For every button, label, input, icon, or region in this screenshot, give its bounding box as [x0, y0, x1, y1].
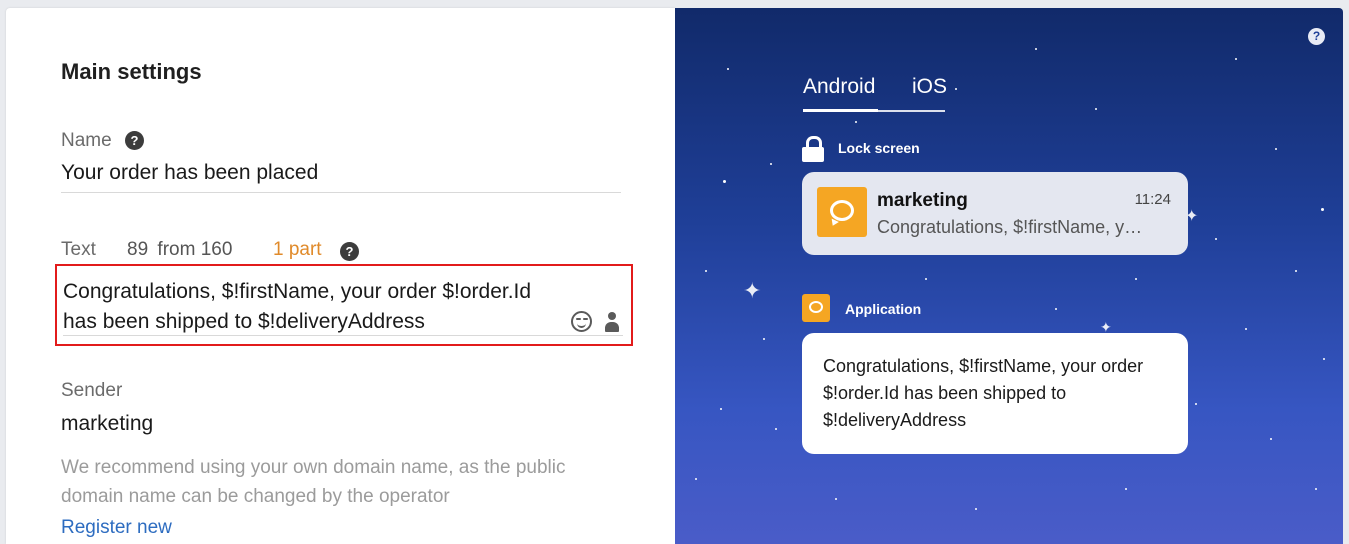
tab-active-indicator — [803, 109, 878, 112]
section-title: Main settings — [61, 59, 202, 84]
sender-hint: We recommend using your own domain name,… — [61, 457, 566, 507]
main-settings-panel: Main settings Name ? Your order has been… — [6, 8, 675, 544]
message-text[interactable]: Congratulations, $!firstName, your order… — [63, 277, 553, 337]
help-icon[interactable]: ? — [340, 242, 359, 261]
application-label: Application — [845, 301, 922, 317]
char-count-max: from 160 — [157, 239, 233, 260]
lock-screen-notification: marketing 11:24 Congratulations, $!first… — [802, 172, 1188, 255]
char-count-value: 89 — [127, 239, 149, 260]
lock-screen-label: Lock screen — [838, 140, 920, 156]
chat-bubble-icon — [802, 294, 830, 322]
name-underline — [61, 192, 621, 193]
tab-ios[interactable]: iOS — [912, 75, 947, 99]
name-label: Name ? — [61, 130, 144, 152]
chat-bubble-icon — [817, 187, 867, 237]
text-label: Text — [61, 239, 96, 260]
text-underline — [63, 335, 623, 336]
message-text-field[interactable]: Congratulations, $!firstName, your order… — [55, 264, 633, 346]
name-field[interactable]: Your order has been placed — [61, 161, 318, 185]
name-label-text: Name — [61, 130, 112, 151]
notification-text: Congratulations, $!firstName, y… — [877, 217, 1143, 237]
notification-time: 11:24 — [1134, 191, 1171, 208]
application-message-text: Congratulations, $!firstName, your order… — [823, 356, 1144, 430]
help-icon[interactable]: ? — [1308, 28, 1325, 45]
sender-label: Sender — [61, 380, 123, 401]
tab-android[interactable]: Android — [803, 75, 875, 99]
emoji-icon[interactable] — [571, 311, 592, 332]
lock-icon — [802, 136, 824, 162]
application-message-card: Congratulations, $!firstName, your order… — [802, 333, 1188, 454]
char-count: 89 from 160 — [127, 239, 232, 261]
register-new-link[interactable]: Register new — [61, 517, 172, 539]
help-icon[interactable]: ? — [124, 131, 144, 151]
notification-app-name: marketing — [877, 190, 968, 211]
sparkle-icon: ✦ — [743, 278, 762, 303]
parts-count: 1 part — [273, 239, 322, 260]
preview-panel: ✦ ✦ ✦ ? Android iOS Lock screen marketin… — [675, 8, 1343, 544]
person-icon[interactable] — [605, 312, 619, 332]
sender-field[interactable]: marketing — [61, 412, 153, 436]
